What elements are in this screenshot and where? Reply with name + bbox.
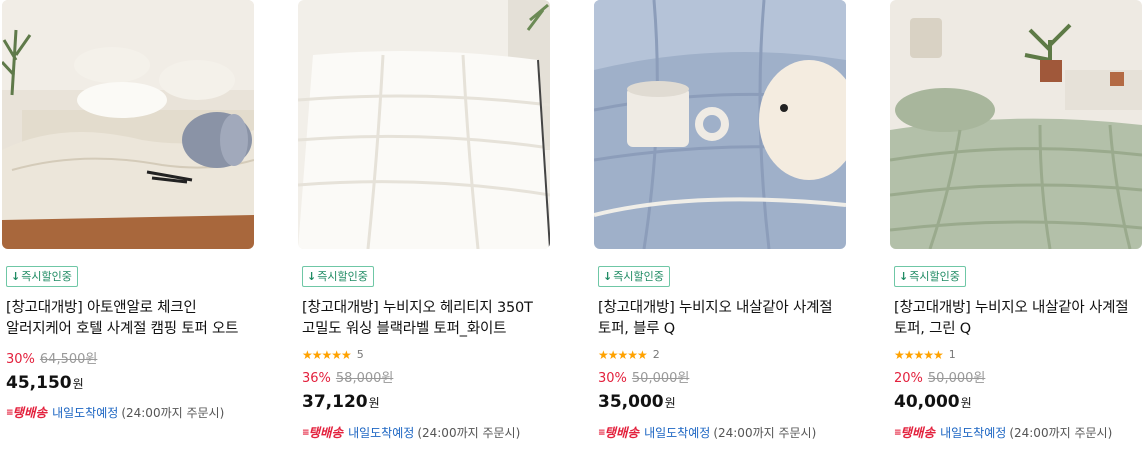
delivery-info: ≡ 탱배송 내일도착예정 (24:00까지 주문시) [894, 424, 1112, 442]
speed-lines-icon: ≡ [6, 408, 13, 418]
delivery-arrival: 내일도착예정 [940, 426, 1007, 440]
product-title[interactable]: [창고대개방] 누비지오 내살같아 사계절 토퍼, 그린 Q [894, 298, 1138, 340]
delivery-info: ≡ 탱배송 내일도착예정 (24:00까지 주문시) [302, 424, 520, 442]
price-original: 36% 58,000원 [302, 370, 393, 388]
rating: ★★★★★ 2 [598, 347, 660, 363]
original-price: 58,000원 [335, 371, 394, 386]
rating: ★★★★★ 5 [302, 347, 364, 363]
discount-rate: 30% [598, 371, 627, 386]
original-price: 64,500원 [39, 352, 98, 367]
delivery-cutoff: (24:00까지 주문시) [417, 426, 521, 440]
product-image[interactable] [594, 0, 846, 249]
original-price: 50,000원 [631, 371, 690, 386]
sale-price: 45,150원 [6, 373, 84, 393]
delivery-info: ≡ 탱배송 내일도착예정 (24:00까지 주문시) [6, 404, 224, 422]
star-rating-icon: ★★★★★ [598, 348, 648, 362]
delivery-cutoff: (24:00까지 주문시) [713, 426, 817, 440]
product-title[interactable]: [창고대개방] 아토앤알로 체크인 알러지케어 호텔 사계절 캠핑 토퍼 오트 [6, 298, 250, 340]
instant-discount-badge: ↓즉시할인중 [6, 266, 78, 287]
price-original: 30% 64,500원 [6, 351, 97, 369]
star-rating-icon: ★★★★★ [302, 348, 352, 362]
sale-price: 35,000원 [598, 392, 676, 412]
product-title[interactable]: [창고대개방] 누비지오 내살같아 사계절 토퍼, 블루 Q [598, 298, 842, 340]
arrow-down-icon: ↓ [603, 270, 613, 283]
original-price: 50,000원 [927, 371, 986, 386]
review-count: 5 [356, 348, 364, 361]
star-rating-icon: ★★★★★ [894, 348, 944, 362]
speed-lines-icon: ≡ [598, 428, 605, 438]
instant-discount-badge: ↓즉시할인중 [598, 266, 670, 287]
delivery-arrival: 내일도착예정 [52, 406, 119, 420]
discount-rate: 30% [6, 352, 35, 367]
sale-price: 40,000원 [894, 392, 972, 412]
speed-lines-icon: ≡ [894, 428, 901, 438]
speed-lines-icon: ≡ [302, 428, 309, 438]
delivery-cutoff: (24:00까지 주문시) [1009, 426, 1113, 440]
price-original: 30% 50,000원 [598, 370, 689, 388]
arrow-down-icon: ↓ [11, 270, 21, 283]
discount-rate: 20% [894, 371, 923, 386]
delivery-badge: ≡ 탱배송 [302, 425, 344, 440]
delivery-cutoff: (24:00까지 주문시) [121, 406, 225, 420]
instant-discount-badge: ↓즉시할인중 [894, 266, 966, 287]
sale-price: 37,120원 [302, 392, 380, 412]
product-card[interactable]: ↓즉시할인중 [창고대개방] 누비지오 내살같아 사계절 토퍼, 그린 Q ★★… [890, 0, 1142, 468]
review-count: 2 [652, 348, 660, 361]
delivery-arrival: 내일도착예정 [348, 426, 415, 440]
price-original: 20% 50,000원 [894, 370, 985, 388]
product-title[interactable]: [창고대개방] 누비지오 헤리티지 350T 고밀도 워싱 블랙라벨 토퍼_화이… [302, 298, 546, 340]
instant-discount-badge: ↓즉시할인중 [302, 266, 374, 287]
product-image[interactable] [298, 0, 550, 249]
product-image[interactable] [2, 0, 254, 249]
product-card[interactable]: ↓즉시할인중 [창고대개방] 누비지오 헤리티지 350T 고밀도 워싱 블랙라… [298, 0, 550, 468]
delivery-badge: ≡ 탱배송 [894, 425, 936, 440]
rating: ★★★★★ 1 [894, 347, 956, 363]
product-card[interactable]: ↓즉시할인중 [창고대개방] 누비지오 내살같아 사계절 토퍼, 블루 Q ★★… [594, 0, 846, 468]
review-count: 1 [948, 348, 956, 361]
product-image[interactable] [890, 0, 1142, 249]
delivery-badge: ≡ 탱배송 [6, 405, 48, 420]
arrow-down-icon: ↓ [899, 270, 909, 283]
product-card[interactable]: ↓즉시할인중 [창고대개방] 아토앤알로 체크인 알러지케어 호텔 사계절 캠핑… [2, 0, 254, 468]
delivery-badge: ≡ 탱배송 [598, 425, 640, 440]
delivery-info: ≡ 탱배송 내일도착예정 (24:00까지 주문시) [598, 424, 816, 442]
delivery-arrival: 내일도착예정 [644, 426, 711, 440]
discount-rate: 36% [302, 371, 331, 386]
arrow-down-icon: ↓ [307, 270, 317, 283]
